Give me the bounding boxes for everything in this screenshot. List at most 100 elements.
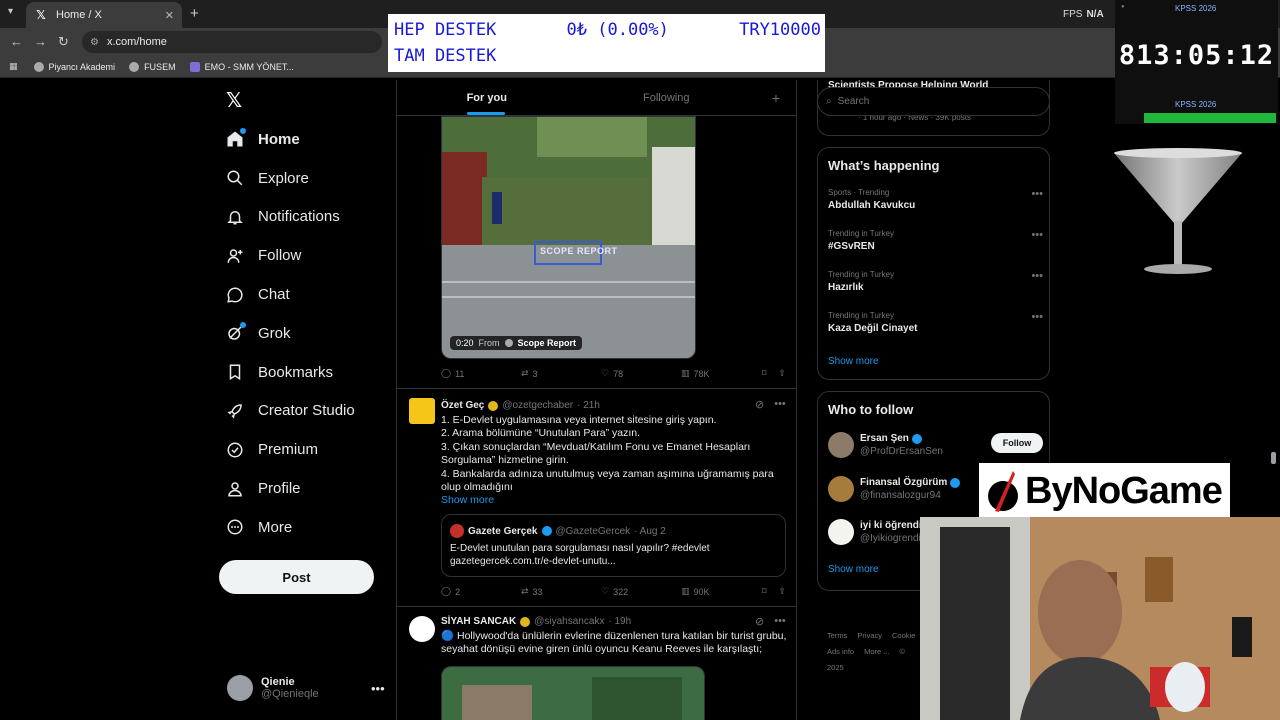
verified-icon — [488, 400, 499, 411]
ellipsis-icon[interactable]: ••• — [1031, 270, 1043, 282]
footer-links: Terms Privacy Cookie Ads info More ... © 202… — [827, 631, 916, 672]
tab-following[interactable]: Following — [577, 80, 757, 115]
trend-item[interactable]: Trending in Turkey Kaza Değil Cinayet ••… — [828, 311, 1043, 334]
bookmark-icon — [226, 363, 244, 381]
bell-icon — [226, 208, 244, 226]
nav-chat[interactable]: Chat — [222, 275, 355, 314]
tweet-time[interactable]: · 19h — [608, 616, 631, 627]
tweet-text: 1. E-Devlet uygulamasına veya internet s… — [441, 414, 791, 508]
author-name[interactable]: SİYAH SANCAK — [441, 616, 516, 627]
apps-icon[interactable]: ▦ — [9, 61, 18, 72]
tweet-image[interactable] — [441, 666, 705, 720]
avatar[interactable] — [409, 398, 435, 424]
heart-icon: ♡ — [601, 368, 610, 378]
bookmark-icon[interactable]: ⌑ — [762, 368, 767, 379]
tweet-actions: ◯ 11 ⇄ 3 ♡ 78 ▥ 78K ⌑ ⇪ — [441, 368, 786, 379]
verified-icon — [950, 477, 961, 488]
nav-premium[interactable]: Premium — [222, 430, 355, 469]
new-tab-icon[interactable]: + — [190, 5, 199, 22]
tab-search-icon[interactable]: ▾ — [8, 6, 13, 17]
timeline-tabs: For you Following + — [397, 80, 796, 116]
show-more-link[interactable]: Show more — [441, 494, 791, 507]
nav-more[interactable]: More — [222, 508, 355, 547]
account-switcher[interactable]: Qienie @Qienieqle ••• — [227, 675, 387, 701]
address-text: x.com/home — [106, 36, 167, 48]
author-name[interactable]: Özet Geç — [441, 400, 484, 411]
quoted-tweet[interactable]: Gazete Gerçek @GazeteGercek · Aug 2 E-De… — [441, 514, 786, 577]
address-bar[interactable]: ⚙ x.com/home — [82, 31, 382, 53]
nav-grok[interactable]: Grok — [222, 314, 355, 353]
follow-suggestion[interactable]: Ersan Şen @ProfDrErsanSen Follow — [828, 432, 1043, 458]
bookmark-item[interactable]: Piyancı Akademi — [33, 61, 115, 72]
trend-item[interactable]: Sports · Trending Abdullah Kavukcu ••• — [828, 188, 1043, 211]
tweet-time[interactable]: · 21h — [577, 400, 600, 411]
nav-creator-studio[interactable]: Creator Studio — [222, 392, 355, 431]
bookmark-icon[interactable]: ⌑ — [762, 586, 767, 597]
search-input[interactable]: ⌕ Search — [817, 87, 1050, 116]
ellipsis-icon[interactable]: ••• — [1031, 311, 1043, 323]
reply-button[interactable]: ◯ 11 — [441, 368, 521, 379]
grok-icon — [226, 322, 246, 342]
views-button[interactable]: ▥ 90K — [681, 586, 761, 597]
ellipsis-icon[interactable]: ••• — [774, 398, 786, 411]
browser-tab[interactable]: 𝕏 Home / X ✕ — [26, 2, 182, 28]
verified-icon — [541, 526, 552, 536]
avatar — [828, 432, 854, 458]
grok-icon[interactable]: ⊘ — [755, 615, 764, 628]
timer-brand-logo: ● — [1121, 4, 1125, 10]
x-logo-icon[interactable]: 𝕏 — [226, 88, 242, 113]
share-icon[interactable]: ⇪ — [778, 586, 786, 597]
grok-icon[interactable]: ⊘ — [755, 398, 764, 411]
divider — [397, 388, 796, 389]
nav-follow[interactable]: Follow — [222, 236, 355, 275]
forward-icon[interactable]: → — [34, 34, 47, 49]
tweet-header: SİYAH SANCAK @siyahsancakx · 19h — [441, 616, 631, 627]
nav-notifications[interactable]: Notifications — [222, 198, 355, 237]
site-info-icon[interactable]: ⚙ — [90, 37, 99, 48]
ellipsis-icon[interactable]: ••• — [1031, 229, 1043, 241]
ellipsis-icon[interactable]: ••• — [1031, 188, 1043, 200]
trend-item[interactable]: Trending in Turkey Hazırlık ••• — [828, 270, 1043, 293]
repost-button[interactable]: ⇄ 33 — [521, 586, 601, 597]
add-tab-icon[interactable]: + — [756, 80, 796, 115]
avatar[interactable] — [409, 616, 435, 642]
bookmark-item[interactable]: EMO - SMM YÖNET... — [189, 61, 294, 72]
ellipsis-icon[interactable]: ••• — [774, 615, 786, 628]
reload-icon[interactable]: ↻ — [58, 34, 69, 50]
rocket-icon — [226, 402, 244, 420]
like-button[interactable]: ♡ 322 — [601, 586, 681, 597]
show-more-link[interactable]: Show more — [828, 356, 879, 367]
author-handle[interactable]: @ozetgechaber — [502, 400, 573, 411]
video-player[interactable]: SCOPE REPORT 0:20 From Scope Report — [441, 116, 696, 359]
x-favicon-icon: 𝕏 — [36, 8, 46, 22]
author-handle[interactable]: @siyahsancakx — [534, 616, 604, 627]
bookmark-item[interactable]: FUSEM — [129, 61, 176, 72]
nav-explore[interactable]: Explore — [222, 159, 355, 198]
reply-button[interactable]: ◯ 2 — [441, 586, 521, 597]
webcam-image — [920, 517, 1280, 720]
ellipsis-icon[interactable]: ••• — [371, 681, 385, 696]
like-button[interactable]: ♡ 78 — [601, 368, 681, 379]
show-more-link[interactable]: Show more — [828, 564, 879, 575]
whats-happening-panel: What’s happening Sports · Trending Abdul… — [817, 147, 1050, 380]
tab-for-you[interactable]: For you — [397, 80, 577, 115]
video-watermark: SCOPE REPORT — [540, 246, 618, 256]
follow-button[interactable]: Follow — [991, 433, 1043, 453]
bar-chart-icon: ▥ — [681, 368, 690, 378]
back-icon[interactable]: ← — [10, 34, 23, 49]
verified-icon — [226, 441, 244, 459]
close-tab-icon[interactable]: ✕ — [165, 9, 174, 22]
search-icon — [226, 169, 244, 187]
scrollbar-thumb[interactable] — [1271, 452, 1276, 464]
countdown-timer: ● KPSS 2026 813:05:12 KPSS 2026 — [1115, 0, 1278, 124]
repost-button[interactable]: ⇄ 3 — [521, 368, 601, 379]
trend-item[interactable]: Trending in Turkey #GSvREN ••• — [828, 229, 1043, 252]
post-button[interactable]: Post — [219, 560, 374, 594]
nav-profile[interactable]: Profile — [222, 469, 355, 508]
views-button[interactable]: ▥ 78K — [681, 368, 761, 379]
nav-home[interactable]: Home — [222, 120, 355, 159]
tweet-tools: ⊘ ••• — [755, 398, 786, 411]
tab-title: Home / X — [56, 9, 102, 21]
share-icon[interactable]: ⇪ — [778, 368, 786, 379]
nav-bookmarks[interactable]: Bookmarks — [222, 353, 355, 392]
